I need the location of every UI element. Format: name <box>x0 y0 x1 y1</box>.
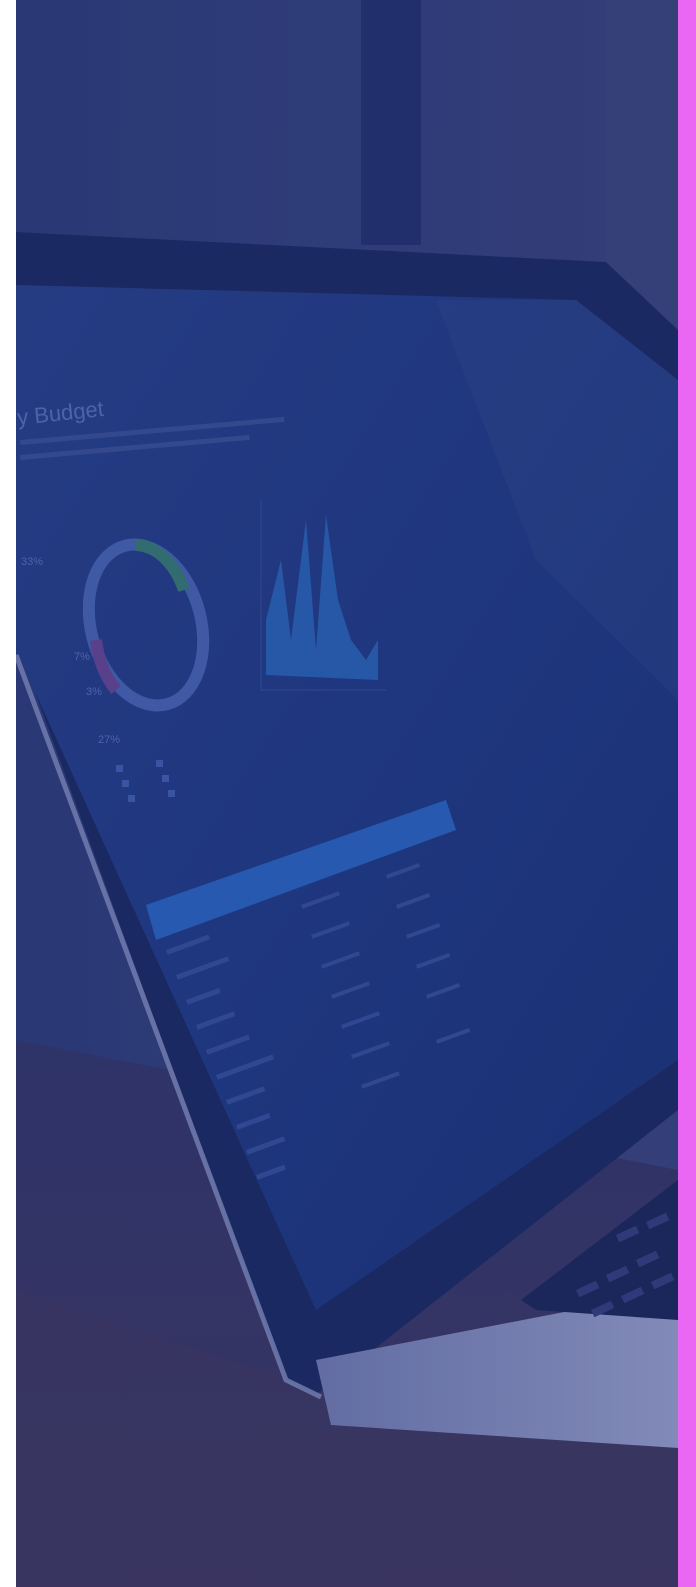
image-frame: y Budget 33% 7% 3% 27% <box>0 0 696 1587</box>
blue-tint-overlay <box>16 0 678 1587</box>
accent-strip <box>678 0 696 1587</box>
left-margin <box>0 0 16 1587</box>
laptop-photo: y Budget 33% 7% 3% 27% <box>16 0 678 1587</box>
